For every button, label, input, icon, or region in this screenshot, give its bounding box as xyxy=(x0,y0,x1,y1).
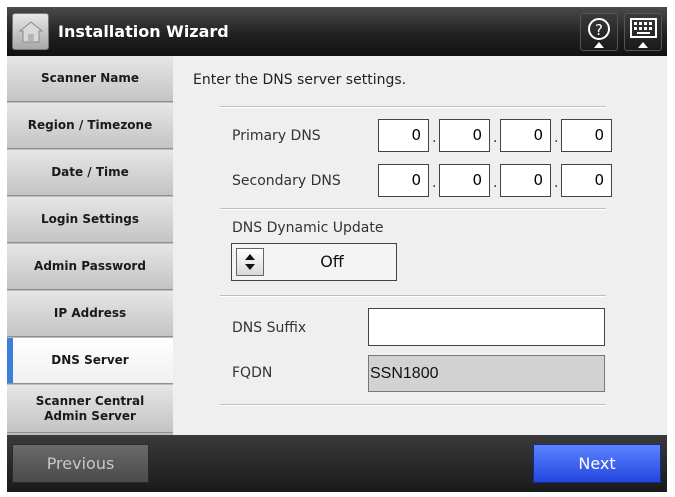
divider xyxy=(220,106,606,108)
dns-dynamic-update-value: Off xyxy=(320,252,344,271)
primary-dns-octet-3[interactable]: 0 xyxy=(500,119,551,152)
footer-bar: Previous Next xyxy=(7,435,667,492)
sidebar-item-login-settings[interactable]: Login Settings xyxy=(7,197,173,243)
sidebar-item-scanner-name[interactable]: Scanner Name xyxy=(7,56,173,102)
secondary-dns-label: Secondary DNS xyxy=(232,173,341,189)
sidebar-item-ip-address[interactable]: IP Address xyxy=(7,291,173,337)
header-bar: Installation Wizard ? xyxy=(7,7,667,56)
dns-dynamic-update-label: DNS Dynamic Update xyxy=(232,220,384,236)
sidebar-item-label: Login Settings xyxy=(41,212,139,226)
fqdn-field: SSN1800 xyxy=(368,355,605,392)
octet-separator: . xyxy=(554,130,559,146)
fqdn-label: FQDN xyxy=(232,365,273,381)
sidebar-item-dns-server[interactable]: DNS Server xyxy=(7,338,173,384)
sidebar-item-label: Scanner Name xyxy=(41,71,139,85)
primary-dns-octet-4[interactable]: 0 xyxy=(561,119,612,152)
keyboard-icon xyxy=(630,18,657,48)
octet-separator: . xyxy=(432,175,437,191)
sidebar-item-label: Region / Timezone xyxy=(27,118,153,132)
wizard-steps-sidebar: Scanner Name Region / Timezone Date / Ti… xyxy=(7,56,173,435)
active-step-indicator xyxy=(7,338,13,383)
svg-text:?: ? xyxy=(595,21,603,39)
help-button[interactable]: ? xyxy=(580,13,618,51)
sidebar-item-label: Scanner Central Admin Server xyxy=(35,393,145,423)
up-down-arrow-icon[interactable] xyxy=(236,248,264,276)
home-icon xyxy=(18,21,44,43)
instruction-text: Enter the DNS server settings. xyxy=(193,72,407,88)
dns-dynamic-update-selector[interactable]: Off xyxy=(231,243,397,281)
next-button[interactable]: Next xyxy=(533,444,661,483)
secondary-dns-octet-3[interactable]: 0 xyxy=(500,164,551,197)
octet-separator: . xyxy=(493,130,498,146)
sidebar-item-label: IP Address xyxy=(53,306,127,320)
dns-settings-panel: Enter the DNS server settings. Primary D… xyxy=(173,56,667,435)
sidebar-item-label: DNS Server xyxy=(51,353,129,367)
primary-dns-octet-2[interactable]: 0 xyxy=(439,119,490,152)
primary-dns-octet-1[interactable]: 0 xyxy=(378,119,429,152)
divider xyxy=(220,295,606,297)
octet-separator: . xyxy=(493,175,498,191)
secondary-dns-octet-4[interactable]: 0 xyxy=(561,164,612,197)
question-mark-icon: ? xyxy=(588,18,610,48)
sidebar-item-label: Date / Time xyxy=(51,165,129,179)
divider xyxy=(220,208,606,210)
previous-button[interactable]: Previous xyxy=(12,444,149,483)
home-button[interactable] xyxy=(12,13,49,50)
dns-suffix-label: DNS Suffix xyxy=(232,320,307,336)
secondary-dns-octet-2[interactable]: 0 xyxy=(439,164,490,197)
sidebar-item-region-timezone[interactable]: Region / Timezone xyxy=(7,103,173,149)
divider xyxy=(220,404,606,406)
secondary-dns-octet-1[interactable]: 0 xyxy=(378,164,429,197)
octet-separator: . xyxy=(432,130,437,146)
page-title: Installation Wizard xyxy=(58,22,229,41)
primary-dns-label: Primary DNS xyxy=(232,128,321,144)
installation-wizard-window: Installation Wizard ? Scanner Name Regio… xyxy=(7,7,667,492)
dns-suffix-input[interactable] xyxy=(368,308,605,346)
sidebar-item-admin-password[interactable]: Admin Password xyxy=(7,244,173,290)
octet-separator: . xyxy=(554,175,559,191)
sidebar-item-date-time[interactable]: Date / Time xyxy=(7,150,173,196)
sidebar-item-scanner-central-admin-server[interactable]: Scanner Central Admin Server xyxy=(7,385,173,433)
keyboard-button[interactable] xyxy=(624,13,662,51)
sidebar-item-label: Admin Password xyxy=(34,259,146,273)
